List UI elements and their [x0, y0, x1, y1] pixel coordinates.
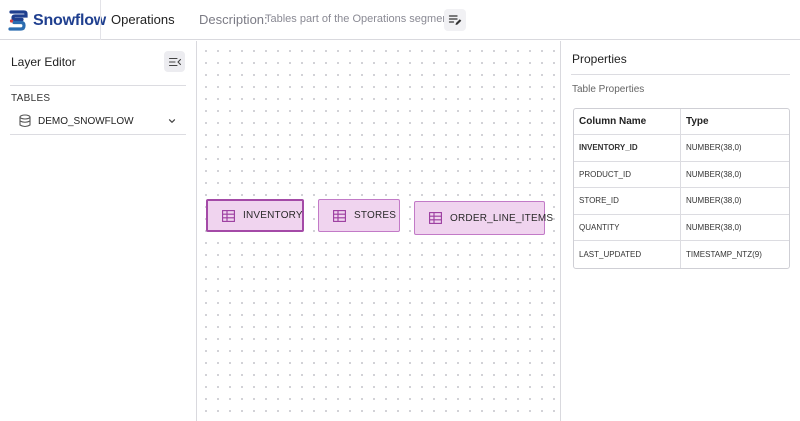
- table-node-inventory[interactable]: INVENTORY: [206, 199, 304, 232]
- column-name-cell: PRODUCT_ID: [574, 161, 681, 189]
- panel-divider: [10, 85, 186, 86]
- layer-editor-title: Layer Editor: [11, 55, 76, 69]
- column-type-cell: NUMBER(38,0): [681, 188, 789, 215]
- database-icon: [19, 114, 31, 128]
- collapse-menu-icon: [168, 57, 181, 66]
- table-icon: [333, 209, 346, 222]
- column-header-type: Type: [681, 109, 789, 135]
- brand-name: Snowflow: [33, 12, 107, 29]
- segment-title: Operations: [111, 12, 175, 27]
- column-name-cell: QUANTITY: [574, 214, 681, 242]
- properties-title: Properties: [572, 52, 627, 66]
- table-node-label: STORES: [354, 210, 397, 221]
- table-row[interactable]: PRODUCT_ID NUMBER(38,0): [574, 161, 789, 189]
- edit-description-button[interactable]: [444, 9, 466, 31]
- brand-logo[interactable]: Snowflow: [8, 9, 106, 33]
- edit-note-icon: [448, 15, 462, 25]
- table-node-label: INVENTORY: [243, 210, 303, 221]
- table-row[interactable]: LAST_UPDATED TIMESTAMP_NTZ(9): [574, 241, 789, 268]
- table-row[interactable]: INVENTORY_ID NUMBER(38,0): [574, 135, 789, 162]
- column-name-cell: LAST_UPDATED: [574, 241, 681, 268]
- column-header-name: Column Name: [574, 109, 681, 135]
- description-value[interactable]: Tables part of the Operations segment: [265, 13, 452, 25]
- properties-panel: Properties Table Properties Column Name …: [560, 41, 800, 421]
- tables-section-label: TABLES: [11, 93, 51, 104]
- table-icon: [429, 212, 442, 224]
- top-header: Snowflow Operations Description: Tables …: [0, 0, 800, 40]
- database-item[interactable]: DEMO_SNOWFLOW: [10, 109, 186, 135]
- table-node-stores[interactable]: STORES: [318, 199, 400, 232]
- diagram-canvas[interactable]: INVENTORY STORES ORDER_LINE_ITEMS: [198, 41, 559, 421]
- properties-subtitle: Table Properties: [572, 84, 645, 95]
- description-label: Description:: [199, 12, 268, 27]
- snowflow-logo-icon: [8, 10, 28, 31]
- layer-editor-panel: Layer Editor TABLES DEMO_SNOWFLOW: [0, 41, 197, 421]
- chevron-down-icon[interactable]: [167, 116, 177, 126]
- table-node-order-line-items[interactable]: ORDER_LINE_ITEMS: [414, 201, 553, 235]
- database-name: DEMO_SNOWFLOW: [38, 116, 134, 127]
- table-icon: [222, 209, 235, 222]
- column-type-cell: NUMBER(38,0): [681, 162, 789, 189]
- column-type-cell: NUMBER(38,0): [681, 135, 789, 162]
- properties-divider: [571, 74, 790, 75]
- column-type-cell: NUMBER(38,0): [681, 215, 789, 242]
- table-properties-grid: Column Name Type INVENTORY_ID NUMBER(38,…: [573, 108, 790, 269]
- column-name-cell: INVENTORY_ID: [574, 135, 681, 162]
- header-row: Column Name Type: [574, 109, 789, 135]
- table-row[interactable]: QUANTITY NUMBER(38,0): [574, 214, 789, 242]
- table-node-label: ORDER_LINE_ITEMS: [450, 212, 554, 224]
- header-divider: [100, 0, 101, 40]
- table-row[interactable]: STORE_ID NUMBER(38,0): [574, 188, 789, 215]
- column-type-cell: TIMESTAMP_NTZ(9): [686, 250, 762, 260]
- column-name-cell: STORE_ID: [574, 188, 681, 215]
- collapse-panel-button[interactable]: [164, 51, 185, 72]
